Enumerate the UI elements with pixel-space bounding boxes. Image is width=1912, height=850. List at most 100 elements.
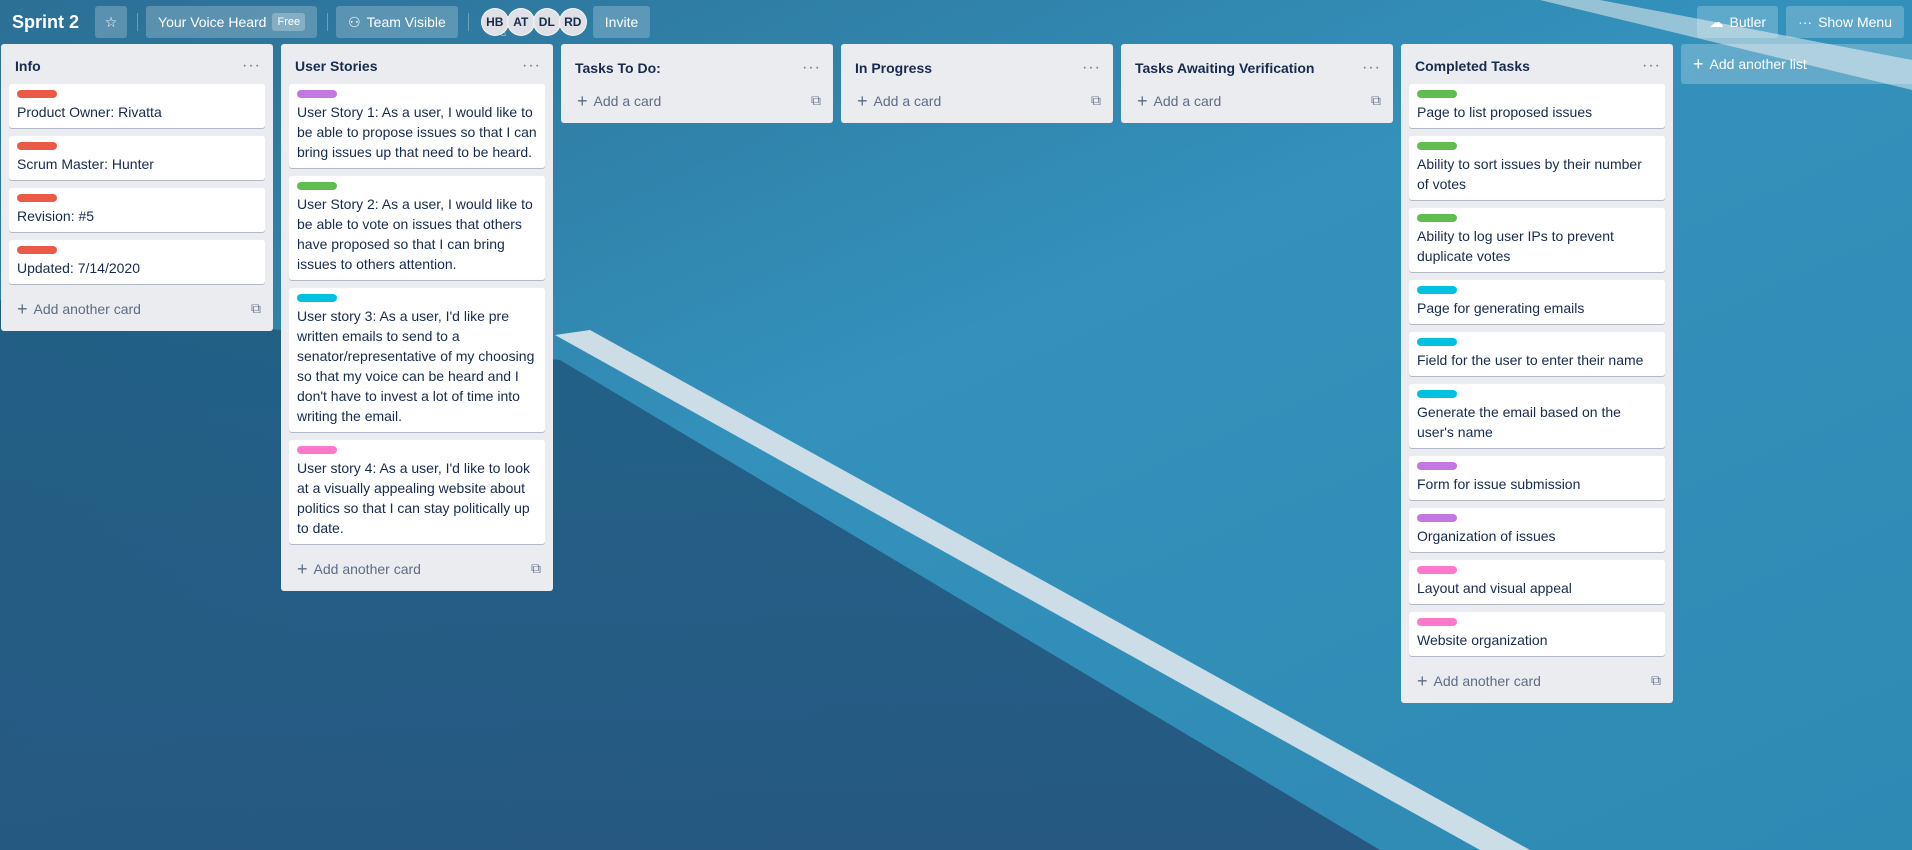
board-title[interactable]: Sprint 2	[4, 6, 87, 38]
visibility-label: Team Visible	[366, 14, 446, 30]
card-label[interactable]	[17, 90, 57, 98]
list: Completed Tasks ··· Page to list proposed …	[1401, 44, 1673, 703]
card-label[interactable]	[297, 182, 337, 190]
ellipsis-icon[interactable]: ···	[518, 57, 545, 75]
card-label[interactable]	[1417, 390, 1457, 398]
plus-icon: +	[1693, 54, 1704, 74]
card[interactable]: Product Owner: Rivatta	[9, 84, 265, 128]
board-header: Sprint 2 ☆ Your Voice Heard Free ⚇ Team …	[0, 0, 1912, 44]
add-card-label: Add another card	[1433, 672, 1541, 689]
card[interactable]: Page for generating emails	[1409, 280, 1665, 324]
list-footer: + Add a card ⧉	[1121, 84, 1393, 123]
card[interactable]: Field for the user to enter their name	[1409, 332, 1665, 376]
list-header: Completed Tasks ···	[1401, 44, 1673, 84]
add-card-button[interactable]: + Add a card	[569, 89, 669, 113]
list: Info ··· Product Owner: Rivatta Scrum Maste…	[1, 44, 273, 331]
ellipsis-icon[interactable]: ···	[238, 57, 265, 75]
add-card-button[interactable]: + Add another card	[1409, 669, 1549, 693]
card-label[interactable]	[1417, 566, 1457, 574]
card-label[interactable]	[1417, 462, 1457, 470]
invite-button[interactable]: Invite	[592, 6, 651, 38]
card[interactable]: Generate the email based on the user's n…	[1409, 384, 1665, 448]
card[interactable]: Revision: #5	[9, 188, 265, 232]
card-title: Page to list proposed issues	[1417, 104, 1593, 120]
list-title[interactable]: Info	[15, 58, 41, 74]
avatar[interactable]: AT	[506, 8, 535, 36]
ellipsis-icon[interactable]: ···	[1358, 59, 1385, 77]
card-title: User Story 2: As a user, I would like to…	[297, 196, 533, 272]
card-label[interactable]	[1417, 514, 1457, 522]
card[interactable]: Scrum Master: Hunter	[9, 136, 265, 180]
card-template-icon[interactable]: ⧉	[1087, 88, 1105, 113]
add-card-button[interactable]: + Add a card	[1129, 89, 1229, 113]
list-title[interactable]: Completed Tasks	[1415, 58, 1530, 74]
header-divider	[467, 13, 469, 31]
plus-icon: +	[17, 298, 28, 319]
card[interactable]: User Story 1: As a user, I would like to…	[289, 84, 545, 168]
card[interactable]: Layout and visual appeal	[1409, 560, 1665, 604]
list: In Progress ··· + Add a card ⧉	[841, 44, 1113, 123]
card-label[interactable]	[1417, 214, 1457, 222]
butler-button[interactable]: ☁ Butler	[1697, 6, 1779, 38]
list-title[interactable]: In Progress	[855, 60, 932, 76]
card-template-icon[interactable]: ⧉	[247, 296, 265, 321]
card-template-icon[interactable]: ⧉	[527, 556, 545, 581]
ellipsis-icon[interactable]: ···	[1638, 57, 1665, 75]
card-template-icon[interactable]: ⧉	[807, 88, 825, 113]
add-list-button[interactable]: + Add another list	[1681, 44, 1912, 84]
card-label[interactable]	[17, 246, 57, 254]
card-title: Product Owner: Rivatta	[17, 104, 162, 120]
show-menu-button[interactable]: ··· Show Menu	[1786, 6, 1904, 38]
star-icon: ☆	[104, 14, 118, 30]
card[interactable]: Ability to log user IPs to prevent dupli…	[1409, 208, 1665, 272]
card-label[interactable]	[297, 90, 337, 98]
list-title[interactable]: Tasks Awaiting Verification	[1135, 60, 1314, 76]
ellipsis-icon[interactable]: ···	[798, 59, 825, 77]
card[interactable]: Website organization	[1409, 612, 1665, 656]
card[interactable]: User story 3: As a user, I'd like pre wr…	[289, 288, 545, 432]
team-badge: Free	[272, 13, 306, 31]
card[interactable]: Ability to sort issues by their number o…	[1409, 136, 1665, 200]
card-label[interactable]	[17, 142, 57, 150]
card-title: Generate the email based on the user's n…	[1417, 404, 1621, 440]
star-button[interactable]: ☆	[95, 6, 128, 38]
show-menu-label: Show Menu	[1818, 14, 1892, 30]
card-label[interactable]	[1417, 338, 1457, 346]
card[interactable]: Page to list proposed issues	[1409, 84, 1665, 128]
add-card-button[interactable]: + Add a card	[849, 89, 949, 113]
card-label[interactable]	[1417, 618, 1457, 626]
list: User Stories ··· User Story 1: As a user, …	[281, 44, 553, 591]
team-icon: ⚇	[348, 14, 361, 30]
avatar[interactable]: HB ⌂	[480, 8, 509, 38]
member-avatars: HB ⌂ AT DL RD	[480, 8, 587, 38]
card-title: User story 3: As a user, I'd like pre wr…	[297, 308, 535, 424]
card-template-icon[interactable]: ⧉	[1647, 668, 1665, 693]
header-divider	[137, 13, 139, 31]
card[interactable]: Form for issue submission	[1409, 456, 1665, 500]
add-card-button[interactable]: + Add another card	[9, 297, 149, 321]
card-label[interactable]	[1417, 286, 1457, 294]
avatar[interactable]: DL	[532, 8, 561, 36]
list-title[interactable]: Tasks To Do:	[575, 60, 661, 76]
list-title[interactable]: User Stories	[295, 58, 377, 74]
list-footer: + Add another card ⧉	[281, 552, 553, 591]
team-button[interactable]: Your Voice Heard Free	[146, 6, 318, 38]
card[interactable]: Updated: 7/14/2020	[9, 240, 265, 284]
card-label[interactable]	[17, 194, 57, 202]
list-header: User Stories ···	[281, 44, 553, 84]
card[interactable]: User Story 2: As a user, I would like to…	[289, 176, 545, 280]
visibility-button[interactable]: ⚇ Team Visible	[336, 6, 458, 38]
card-list: User Story 1: As a user, I would like to…	[281, 84, 553, 552]
add-card-button[interactable]: + Add another card	[289, 557, 429, 581]
more-icon: ···	[1798, 14, 1813, 30]
add-card-label: Add a card	[1153, 92, 1222, 109]
card[interactable]: Organization of issues	[1409, 508, 1665, 552]
card-template-icon[interactable]: ⧉	[1367, 88, 1385, 113]
card[interactable]: User story 4: As a user, I'd like to loo…	[289, 440, 545, 544]
card-label[interactable]	[297, 446, 337, 454]
card-label[interactable]	[1417, 90, 1457, 98]
ellipsis-icon[interactable]: ···	[1078, 59, 1105, 77]
avatar[interactable]: RD	[558, 8, 587, 36]
card-label[interactable]	[1417, 142, 1457, 150]
card-label[interactable]	[297, 294, 337, 302]
